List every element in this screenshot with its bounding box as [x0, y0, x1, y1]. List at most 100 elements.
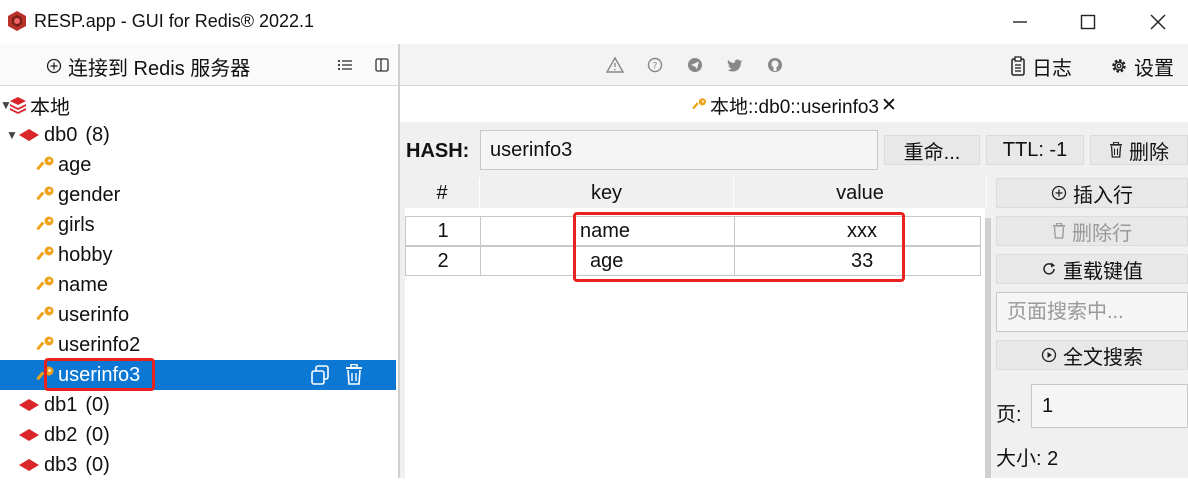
trash-icon[interactable]: [342, 363, 366, 387]
size-value: 2: [1047, 448, 1059, 470]
tree-item-db2[interactable]: db2 (0): [0, 420, 396, 450]
insert-row-button[interactable]: 插入行: [996, 178, 1188, 208]
size-label: 大小:: [996, 448, 1042, 470]
minimize-button[interactable]: [998, 6, 1042, 38]
log-button[interactable]: 日志: [1010, 52, 1072, 80]
warning-icon[interactable]: [606, 56, 624, 74]
tree-key-item[interactable]: userinfo2: [0, 330, 396, 360]
tree-item-db1[interactable]: db1 (0): [0, 390, 396, 420]
tree-item-label: db0: [44, 123, 78, 146]
ttl-button[interactable]: TTL: -1: [986, 135, 1084, 165]
tab-bar: 本地::db0::userinfo3 ✕: [400, 86, 1188, 122]
key-label: userinfo2: [58, 333, 141, 356]
tree-item-db3[interactable]: db3 (0): [0, 450, 396, 480]
window-title: RESP.app - GUI for Redis® 2022.1: [34, 11, 315, 31]
connect-label: 连接到 Redis 服务器: [68, 57, 251, 80]
title-bar: RESP.app - GUI for Redis® 2022.1: [0, 0, 1188, 44]
github-icon[interactable]: [766, 56, 784, 74]
tree-item-label: db2: [44, 423, 78, 446]
trash-icon: [1110, 142, 1122, 158]
app-logo-icon: [8, 11, 26, 31]
db-key-count: (8): [85, 123, 110, 146]
database-icon: [19, 459, 39, 471]
key-label: gender: [58, 183, 121, 206]
size-info: 大小: 2: [996, 442, 1058, 471]
db-key-count: (0): [85, 393, 110, 416]
split-view-icon[interactable]: [371, 54, 393, 76]
reload-label: 重载键值: [1063, 260, 1143, 283]
list-view-icon[interactable]: [334, 54, 356, 76]
tree-key-item[interactable]: name: [0, 270, 396, 300]
maximize-button[interactable]: [1066, 6, 1110, 38]
table-scrollbar[interactable]: [985, 218, 991, 478]
tree-key-item[interactable]: userinfo: [0, 300, 396, 330]
key-row-actions: [308, 363, 366, 387]
fulltext-search-button[interactable]: 全文搜索: [996, 340, 1188, 370]
connections-toolbar: 连接到 Redis 服务器: [0, 44, 399, 86]
help-icon[interactable]: ?: [646, 56, 664, 74]
row-index-cell: 2: [405, 246, 481, 276]
rename-button[interactable]: 重命...: [884, 135, 980, 165]
log-label: 日志: [1032, 57, 1072, 80]
tree-key-item[interactable]: girls: [0, 210, 396, 240]
close-icon: [1150, 14, 1166, 30]
tree-item-local[interactable]: ▼ 本地: [0, 90, 396, 120]
page-number-input[interactable]: 1: [1031, 384, 1188, 428]
delete-label: 删除: [1129, 141, 1169, 164]
key-type-label: HASH:: [406, 140, 470, 162]
column-header-key[interactable]: key: [480, 178, 734, 208]
twitter-icon[interactable]: [726, 56, 744, 74]
trash-icon: [1053, 223, 1065, 239]
settings-label: 设置: [1134, 57, 1174, 80]
fulltext-label: 全文搜索: [1063, 346, 1143, 369]
clipboard-icon: [1011, 56, 1025, 76]
copy-icon[interactable]: [308, 363, 332, 387]
tab-userinfo3[interactable]: 本地::db0::userinfo3 ✕: [692, 92, 897, 118]
key-icon: [692, 98, 706, 110]
database-icon: [19, 129, 39, 141]
tree-key-item[interactable]: gender: [0, 180, 396, 210]
connect-to-redis-button[interactable]: 连接到 Redis 服务器: [46, 52, 250, 80]
maximize-icon: [1080, 14, 1096, 30]
page-label: 页:: [996, 404, 1022, 426]
tree-item-db0[interactable]: ▼ db0 (8): [0, 120, 396, 150]
database-icon: [19, 399, 39, 411]
tree-item-label: 本地: [30, 96, 70, 119]
page-search-input[interactable]: 页面搜索中...: [996, 292, 1188, 332]
delete-row-button[interactable]: 删除行: [996, 216, 1188, 246]
minimize-icon: [1013, 21, 1027, 23]
plus-circle-icon: [46, 58, 62, 74]
column-header-value[interactable]: value: [734, 178, 987, 208]
tab-label: 本地::db0::userinfo3: [710, 96, 879, 118]
tree-item-label: db1: [44, 393, 78, 416]
key-label: age: [58, 153, 92, 176]
key-label: girls: [58, 213, 95, 236]
tree-key-item[interactable]: age: [0, 150, 396, 180]
hash-editor: HASH: userinfo3 重命... TTL: -1 删除 # key v…: [400, 122, 1188, 478]
expand-caret-icon[interactable]: ▼: [6, 128, 18, 142]
delete-key-button[interactable]: 删除: [1090, 135, 1188, 165]
telegram-icon[interactable]: [686, 56, 704, 74]
close-button[interactable]: [1136, 6, 1180, 38]
key-label: hobby: [58, 243, 113, 266]
row-index-cell: 1: [405, 216, 481, 246]
key-label: userinfo: [58, 303, 130, 326]
key-icon: [36, 336, 54, 351]
column-header-index[interactable]: #: [405, 178, 480, 208]
tab-close-icon[interactable]: ✕: [881, 94, 897, 117]
key-label: name: [58, 273, 109, 296]
gear-icon: [1112, 59, 1126, 73]
tree-key-item[interactable]: hobby: [0, 240, 396, 270]
play-circle-icon: [1041, 347, 1057, 363]
highlight-box: [573, 212, 905, 282]
key-name-field[interactable]: userinfo3: [480, 130, 878, 170]
key-icon: [36, 246, 54, 261]
settings-button[interactable]: 设置: [1110, 52, 1174, 80]
reload-value-button[interactable]: 重载键值: [996, 254, 1188, 284]
insert-row-label: 插入行: [1073, 184, 1133, 207]
plus-circle-icon: [1051, 185, 1067, 201]
key-icon: [36, 216, 54, 231]
highlight-box: [44, 358, 155, 391]
server-stack-icon: [10, 97, 26, 114]
key-icon: [36, 276, 54, 291]
